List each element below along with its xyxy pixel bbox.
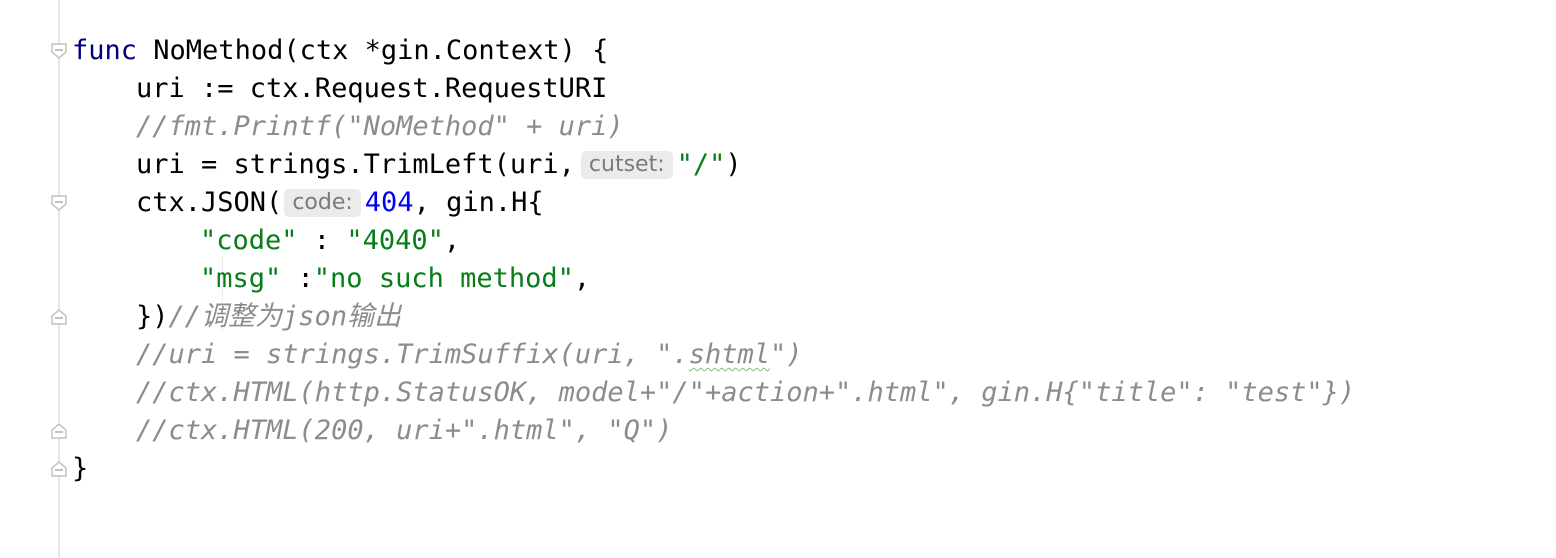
fold-open-icon[interactable] (50, 194, 68, 212)
string-token: "4040" (346, 225, 444, 256)
code-token: uri := ctx.Request.RequestURI (136, 73, 608, 104)
comment-token: //uri = strings.TrimSuffix(uri, ". (136, 339, 689, 370)
string-token: "no such method" (313, 263, 574, 294)
code-line[interactable]: //uri = strings.TrimSuffix(uri, ".shtml"… (72, 336, 1556, 374)
comment-token: //fmt.Printf("NoMethod" + uri) (136, 111, 624, 142)
comment-token: //ctx.HTML(200, uri+".html", "Q") (136, 415, 673, 446)
code-line[interactable]: "code" : "4040", (72, 222, 1556, 260)
code-token: : (281, 263, 314, 294)
code-line[interactable]: //ctx.HTML(http.StatusOK, model+"/"+acti… (72, 374, 1556, 412)
string-token: "msg" (200, 263, 282, 294)
fold-close-icon[interactable] (50, 308, 68, 326)
code-line[interactable]: } (72, 450, 1556, 488)
code-line[interactable]: //fmt.Printf("NoMethod" + uri) (72, 108, 1556, 146)
fold-open-icon[interactable] (50, 42, 68, 60)
fold-close-icon[interactable] (50, 460, 68, 478)
code-line[interactable]: uri := ctx.Request.RequestURI (72, 70, 1556, 108)
code-token: ) (725, 149, 742, 180)
comment-token: ") (769, 339, 803, 370)
parameter-hint: cutset: (580, 151, 673, 179)
code-area[interactable]: func NoMethod(ctx *gin.Context) { uri :=… (72, 32, 1556, 558)
code-token: uri = strings.TrimLeft(uri, (136, 149, 575, 180)
code-token: : (297, 225, 347, 256)
code-token: , (573, 263, 591, 294)
code-token: NoMethod(ctx *gin.Context) { (137, 35, 609, 66)
code-line[interactable]: uri = strings.TrimLeft(uri, cutset: "/") (72, 146, 1556, 184)
code-editor[interactable]: func NoMethod(ctx *gin.Context) { uri :=… (0, 0, 1556, 558)
spelling-warning-token: shtml (688, 339, 770, 370)
fold-close-icon[interactable] (50, 422, 68, 440)
code-line[interactable]: ctx.JSON(code: 404, gin.H{ (72, 184, 1556, 222)
comment-token: //调整为json输出 (168, 301, 402, 332)
code-token: }) (136, 301, 169, 332)
number-token: 404 (364, 187, 414, 218)
string-token: "code" (200, 225, 298, 256)
code-line[interactable]: //ctx.HTML(200, uri+".html", "Q") (72, 412, 1556, 450)
code-line[interactable]: })//调整为json输出 (72, 298, 1556, 336)
code-line[interactable]: "msg" :"no such method", (72, 260, 1556, 298)
string-token: "/" (676, 149, 726, 180)
keyword-token: func (72, 35, 138, 66)
code-token: , (443, 225, 461, 256)
code-token: , gin.H{ (413, 187, 544, 218)
code-line[interactable]: func NoMethod(ctx *gin.Context) { (72, 32, 1556, 70)
code-token: ctx.JSON( (136, 187, 283, 218)
code-token: } (72, 453, 89, 484)
parameter-hint: code: (284, 189, 361, 217)
comment-token: //ctx.HTML(http.StatusOK, model+"/"+acti… (136, 377, 1356, 408)
